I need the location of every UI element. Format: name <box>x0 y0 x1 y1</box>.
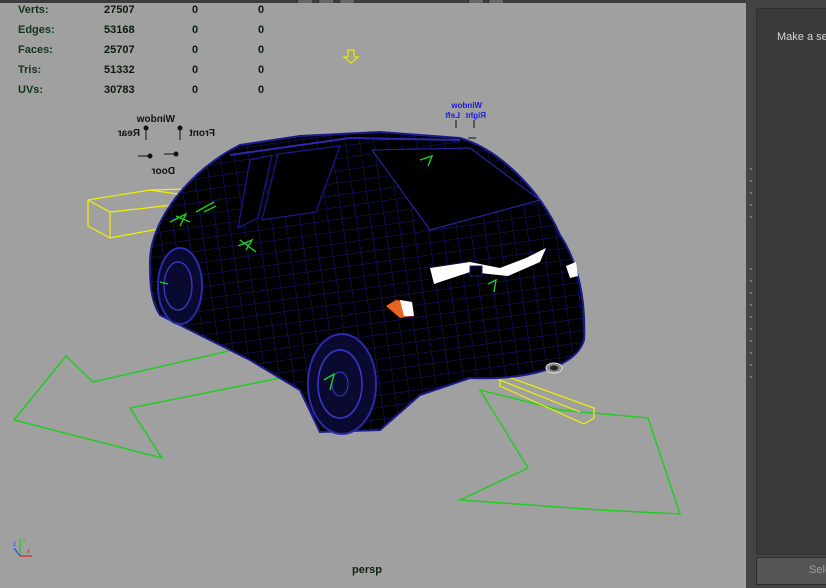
selection-panel: Make a selection <box>756 8 826 555</box>
hud-value: 0 <box>192 4 199 16</box>
hud-value: 0 <box>192 44 199 56</box>
hud-value: 25707 <box>104 44 135 56</box>
hud-value: 0 <box>258 64 265 76</box>
rig-label: Rear <box>118 128 140 139</box>
camera-name-label: persp <box>352 564 382 576</box>
hud-label: Faces: <box>18 44 53 56</box>
hud-value: 0 <box>192 64 199 76</box>
car-model[interactable] <box>148 130 586 435</box>
rig-label-group-right: Window Left Right <box>445 101 486 139</box>
hud-label: Tris: <box>18 64 42 76</box>
attribute-sidebar: Make a selection Select <box>746 0 826 588</box>
hud-value: 0 <box>258 84 265 96</box>
hud-value: 0 <box>192 84 199 96</box>
hud-value: 0 <box>258 44 265 56</box>
rig-label: Right <box>465 111 486 120</box>
poly-count-hud: Verts: 27507 0 0 Edges: 53168 0 0 Faces:… <box>0 0 300 100</box>
hud-label: UVs: <box>18 84 44 96</box>
perspective-viewport[interactable]: Window Rear Front Door Window Left Right <box>0 0 746 588</box>
axis-gizmo-icon: y z x <box>13 538 32 557</box>
rig-label: Left <box>445 111 460 120</box>
selection-message: Make a selection <box>777 31 826 43</box>
rig-label: Window <box>137 114 175 125</box>
axis-label: z <box>13 542 16 548</box>
hud-value: 0 <box>258 24 265 36</box>
sidebar-resize-handle[interactable] <box>749 8 753 553</box>
select-button-label: Select <box>809 564 826 576</box>
select-button[interactable]: Select <box>756 557 826 585</box>
hud-value: 53168 <box>104 24 135 36</box>
rig-label-group-left: Window Rear Front Door <box>118 114 215 177</box>
hud-value: 51332 <box>104 64 135 76</box>
hud-row-verts: Verts: 27507 0 0 <box>0 4 300 22</box>
hud-value: 30783 <box>104 84 135 96</box>
rig-label: Window <box>451 101 482 110</box>
hud-row-edges: Edges: 53168 0 0 <box>0 24 300 42</box>
hud-label: Verts: <box>18 4 49 16</box>
hud-row-uvs: UVs: 30783 0 0 <box>0 84 300 102</box>
down-arrow-indicator[interactable] <box>342 49 360 64</box>
hud-label: Edges: <box>18 24 55 36</box>
axis-label: y <box>23 538 26 544</box>
hud-value: 0 <box>192 24 199 36</box>
hud-row-faces: Faces: 25707 0 0 <box>0 44 300 62</box>
hud-value: 27507 <box>104 4 135 16</box>
axis-label: x <box>27 549 30 555</box>
move-arrow-control[interactable] <box>12 344 282 460</box>
rig-label: Door <box>152 166 175 177</box>
rig-label: Front <box>189 128 215 139</box>
hud-value: 0 <box>258 4 265 16</box>
hud-row-tris: Tris: 51332 0 0 <box>0 64 300 82</box>
